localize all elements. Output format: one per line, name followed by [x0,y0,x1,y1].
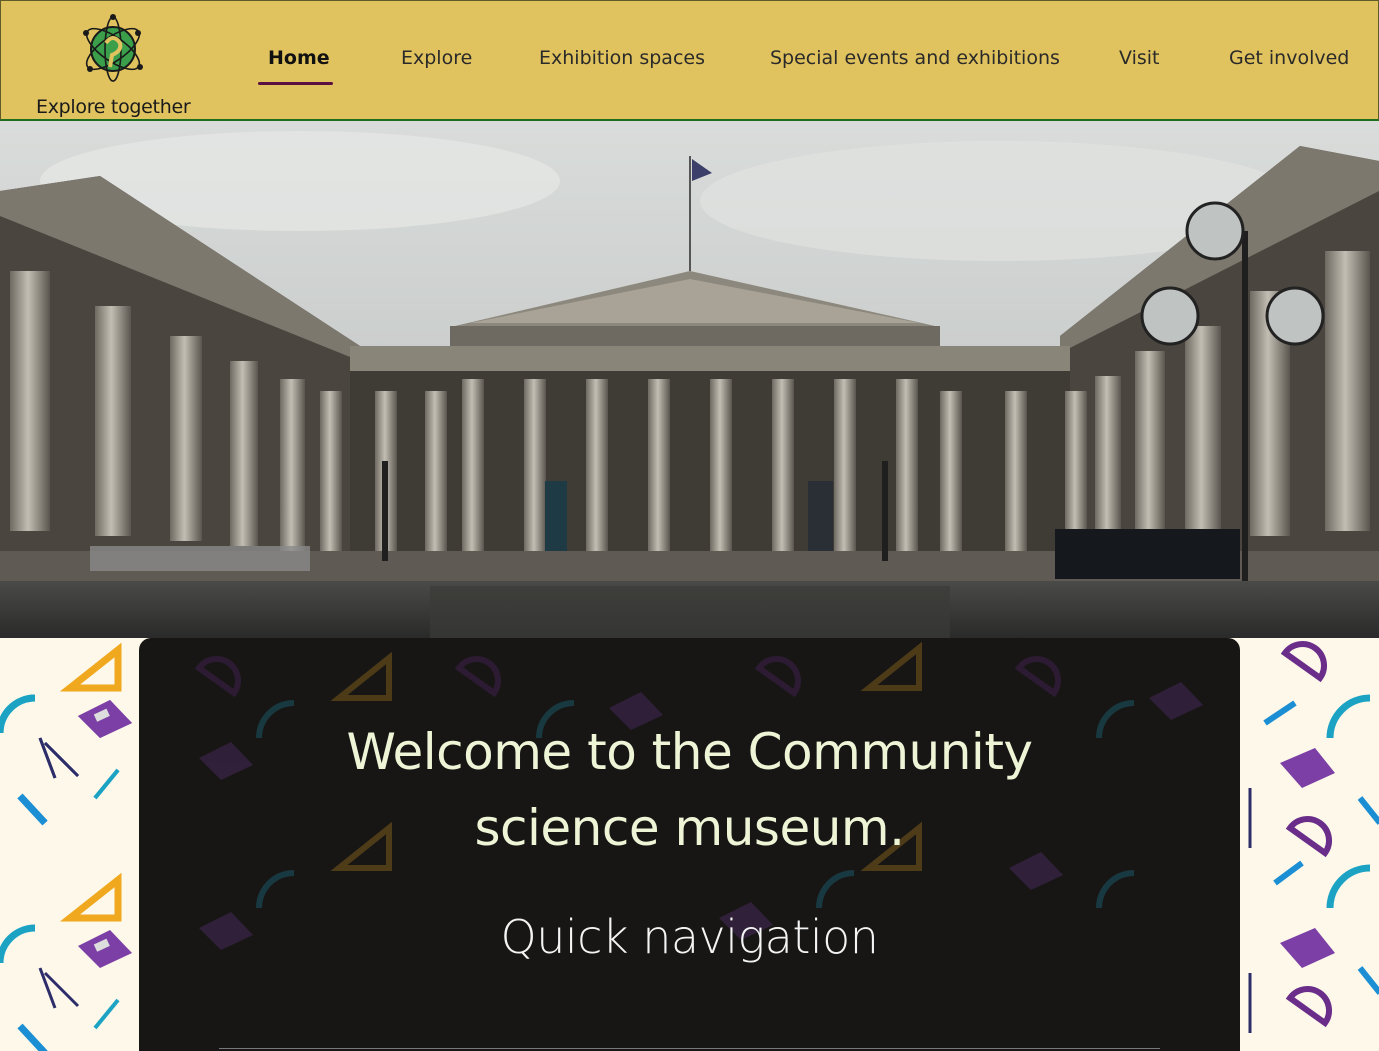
nav-special-events[interactable]: Special events and exhibitions [770,47,1060,69]
nav-active-indicator [258,82,333,85]
welcome-panel: Welcome to the Community science museum.… [139,638,1240,1051]
nav-home[interactable]: Home [268,47,330,69]
hero-image [0,121,1379,638]
nav-get-involved[interactable]: Get involved [1229,47,1349,69]
main-navigation: Home Explore Exhibition spaces Special e… [1,1,1379,122]
welcome-heading: Welcome to the Community science museum. [139,714,1240,866]
quick-navigation-heading: Quick navigation [500,910,879,964]
museum-building-photo [0,121,1379,638]
nav-explore[interactable]: Explore [401,47,472,69]
site-header: Explore together Home Explore Exhibition… [0,0,1379,121]
welcome-heading-line-2: science museum. [474,799,905,857]
nav-exhibition-spaces[interactable]: Exhibition spaces [539,47,705,69]
divider [219,1048,1160,1049]
nav-visit[interactable]: Visit [1119,47,1160,69]
welcome-heading-line-1: Welcome to the Community [346,723,1033,781]
